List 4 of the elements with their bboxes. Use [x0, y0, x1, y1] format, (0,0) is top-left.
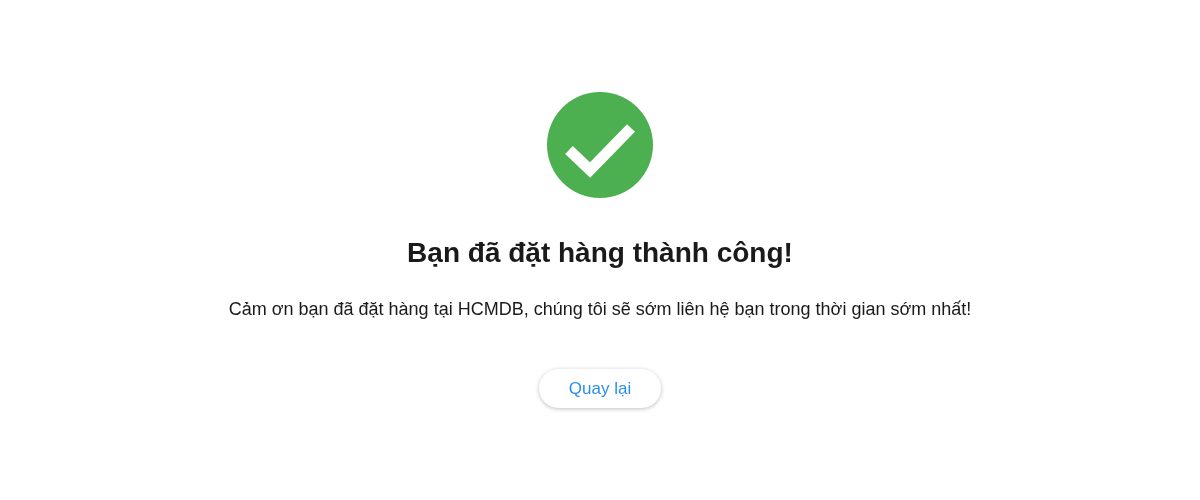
success-heading: Bạn đã đặt hàng thành công!: [407, 236, 793, 270]
back-button[interactable]: Quay lại: [538, 368, 662, 409]
check-icon: [547, 92, 653, 198]
thank-you-message: Cảm ơn bạn đã đặt hàng tại HCMDB, chúng tôi sẽ sớm liên hệ bạn trong thời gian sớm nhất!: [228, 297, 972, 321]
